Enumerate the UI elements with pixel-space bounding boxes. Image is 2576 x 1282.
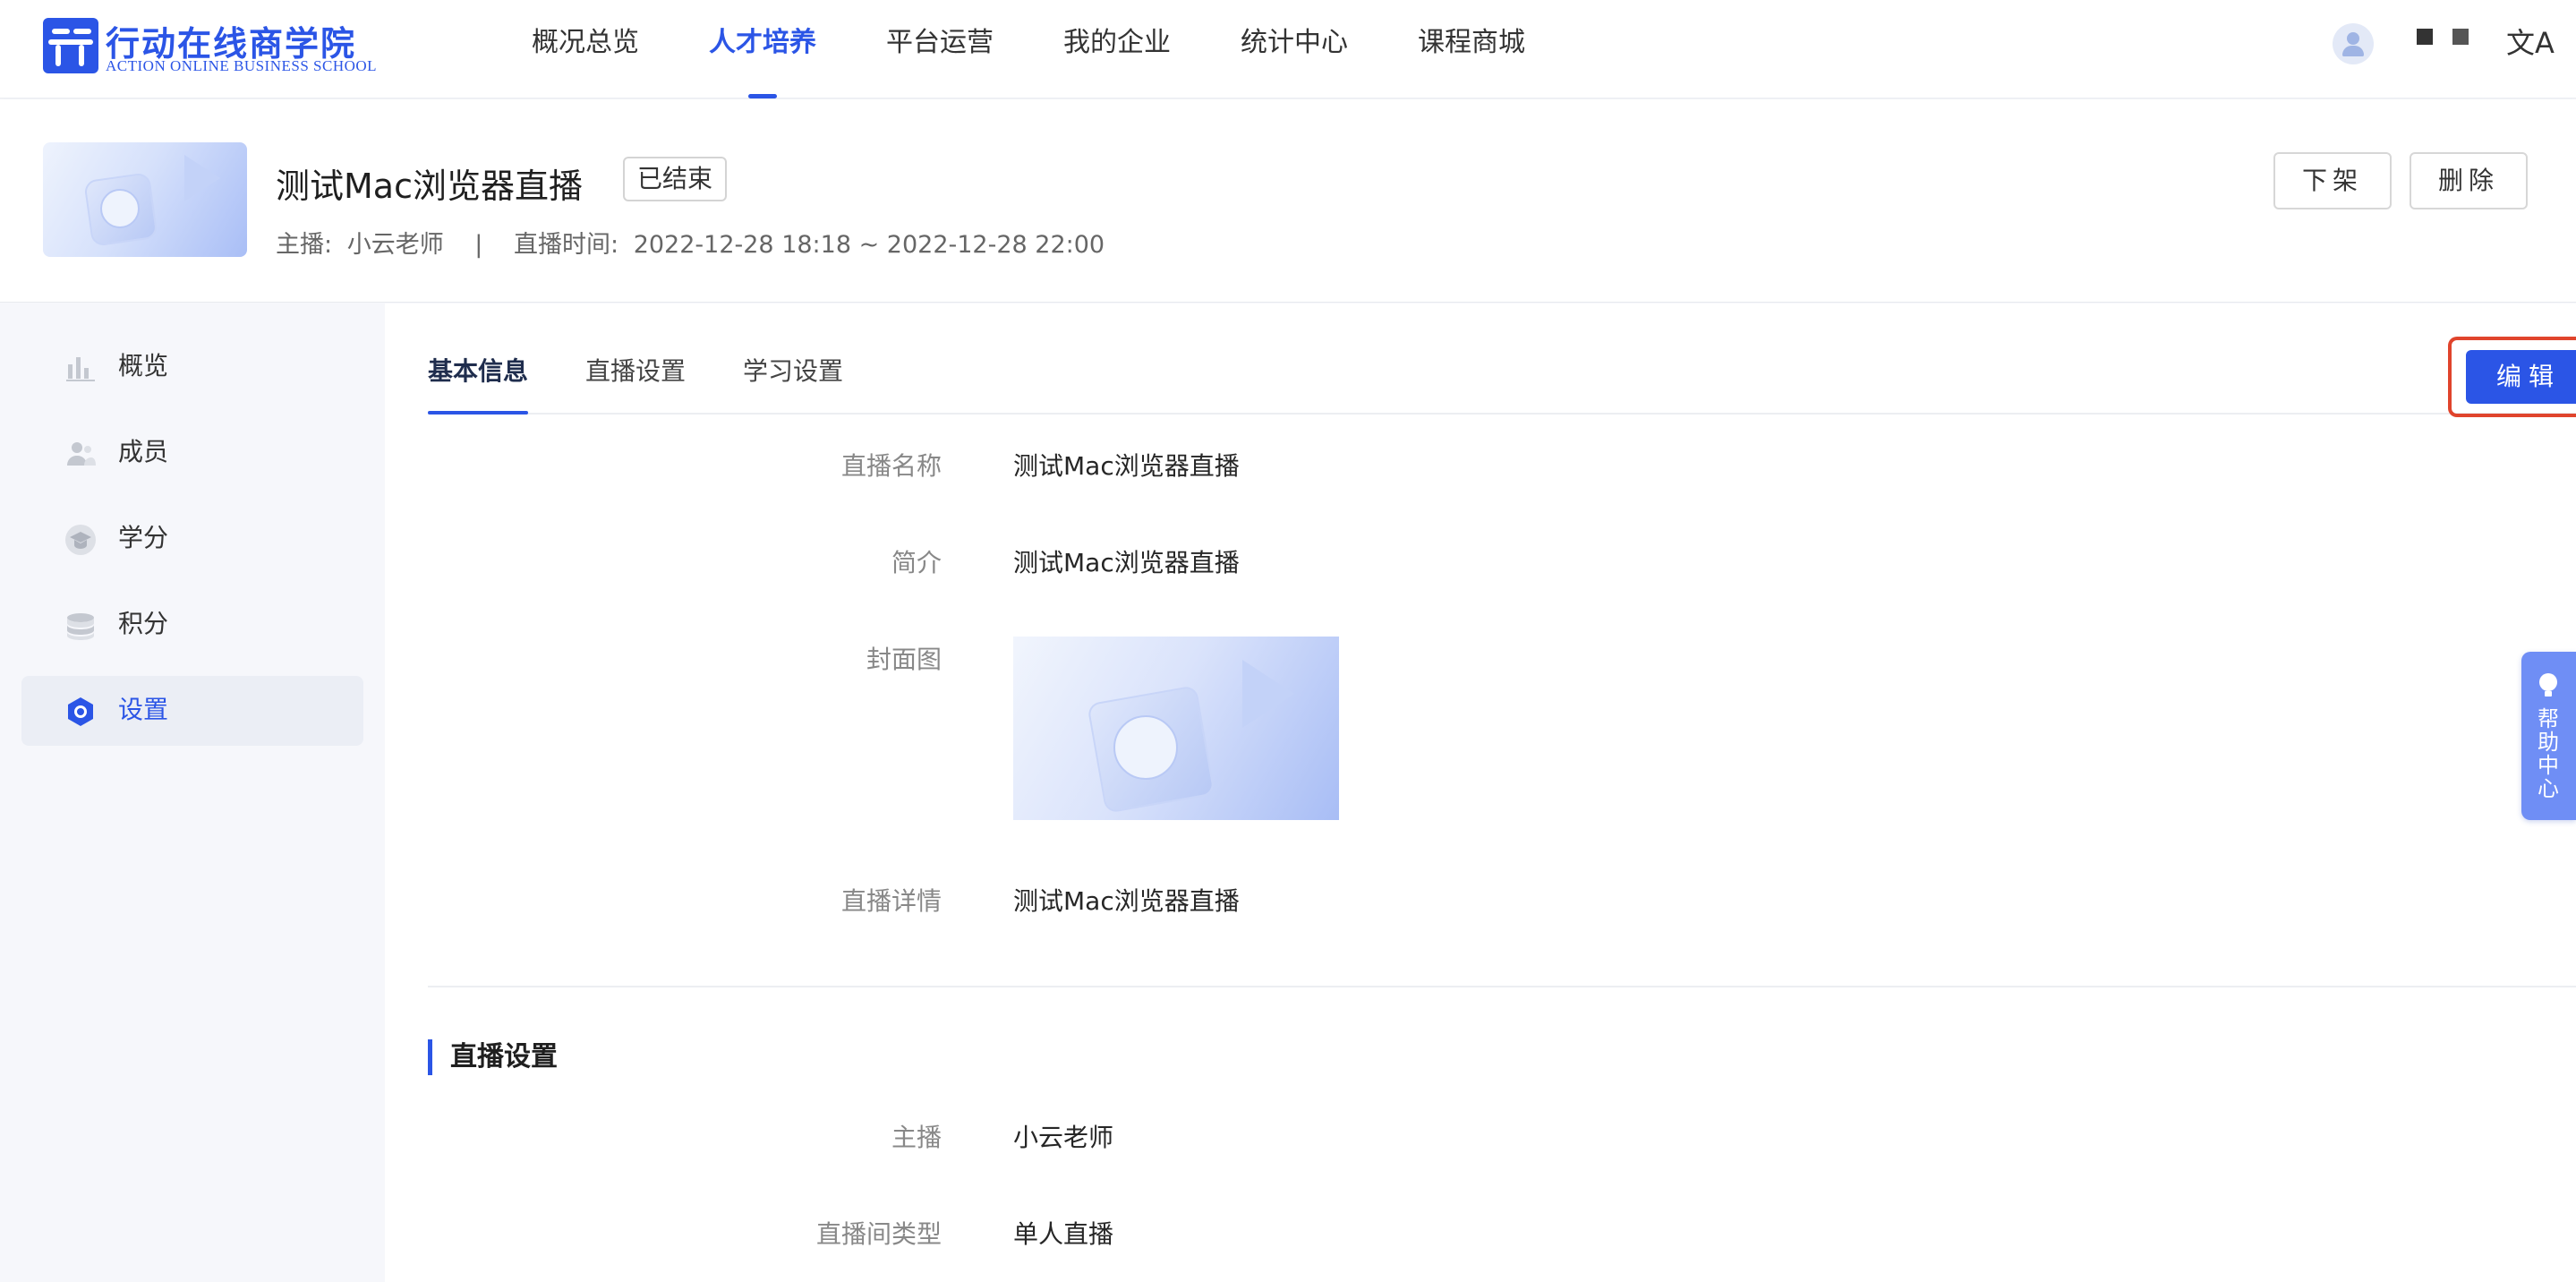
live-name-label: 直播名称 — [840, 451, 942, 481]
gear-icon — [68, 697, 93, 726]
live-detail-label: 直播详情 — [840, 886, 942, 916]
help-center-button[interactable]: 帮助中心 — [2521, 652, 2576, 820]
host-field-value: 小云老师 — [1013, 1123, 1114, 1152]
nav-item-talent-training[interactable]: 人才培养 — [674, 0, 851, 98]
sidebar-item-label: 成员 — [118, 437, 169, 466]
nav-item-course-mall[interactable]: 课程商城 — [1383, 0, 1560, 98]
sidebar: 概览 成员 学分 积分 设置 — [0, 303, 385, 1282]
meta-separator: | — [474, 231, 483, 259]
sidebar-item-points[interactable]: 积分 — [21, 590, 363, 660]
logo-mark-icon — [43, 18, 98, 73]
edit-button[interactable]: 编辑 — [2466, 350, 2576, 404]
live-name-value: 测试Mac浏览器直播 — [1013, 451, 1240, 481]
live-time-label: 直播时间: — [514, 231, 619, 259]
help-center-label: 帮助中心 — [2538, 706, 2559, 801]
live-time-range: 2022-12-28 18:18 ~ 2022-12-28 22:00 — [633, 231, 1105, 259]
users-icon — [67, 442, 96, 466]
intro-value: 测试Mac浏览器直播 — [1013, 548, 1240, 577]
live-cover-thumbnail — [43, 142, 247, 257]
cover-image — [1013, 637, 1339, 820]
nav-item-my-enterprise[interactable]: 我的企业 — [1028, 0, 1206, 98]
bar-chart-icon — [66, 357, 95, 381]
nav-item-platform-operation[interactable]: 平台运营 — [851, 0, 1028, 98]
tab-live-settings[interactable]: 直播设置 — [585, 354, 686, 389]
sidebar-item-members[interactable]: 成员 — [21, 418, 363, 488]
section-title-live-settings: 直播设置 — [428, 1039, 558, 1075]
tab-basic-info[interactable]: 基本信息 — [428, 354, 528, 389]
sidebar-item-label: 设置 — [118, 695, 169, 724]
live-detail-value: 测试Mac浏览器直播 — [1013, 886, 1240, 916]
delete-button[interactable]: 删除 — [2410, 152, 2529, 209]
graduation-cap-icon — [65, 525, 96, 555]
coins-icon — [67, 613, 94, 640]
intro-label: 简介 — [891, 548, 942, 577]
user-name-masked-2 — [2452, 29, 2469, 45]
host-name: 小云老师 — [346, 231, 444, 259]
sidebar-item-label: 学分 — [118, 523, 169, 552]
sidebar-item-credits[interactable]: 学分 — [21, 504, 363, 574]
live-meta: 主播: 小云老师 | 直播时间: 2022-12-28 18:18 ~ 2022… — [276, 225, 1105, 260]
sidebar-item-settings[interactable]: 设置 — [21, 676, 363, 746]
host-field-label: 主播 — [891, 1123, 942, 1152]
room-type-value: 单人直播 — [1013, 1219, 1114, 1249]
tab-bar: 基本信息 直播设置 学习设置 — [428, 303, 2576, 415]
user-avatar[interactable] — [2333, 23, 2374, 64]
live-title: 测试Mac浏览器直播 — [276, 167, 583, 206]
section-divider — [428, 986, 2576, 987]
translate-icon[interactable]: 文A — [2506, 25, 2555, 61]
sidebar-item-label: 积分 — [118, 609, 169, 638]
main-nav: 概况总览 人才培养 平台运营 我的企业 统计中心 课程商城 — [497, 0, 1560, 98]
nav-item-statistics-center[interactable]: 统计中心 — [1206, 0, 1383, 98]
brand-name-en: ACTION ONLINE BUSINESS SCHOOL — [106, 57, 378, 74]
host-label: 主播: — [276, 231, 333, 259]
live-header: 测试Mac浏览器直播 已结束 主播: 小云老师 | 直播时间: 2022-12-… — [0, 99, 2576, 303]
sidebar-item-overview[interactable]: 概览 — [21, 332, 363, 402]
status-badge: 已结束 — [623, 157, 728, 201]
main-content: 基本信息 直播设置 学习设置 编辑 直播名称 测试Mac浏览器直播 简介 测试M… — [385, 303, 2576, 1282]
tab-study-settings[interactable]: 学习设置 — [743, 354, 843, 389]
user-name-masked — [2417, 29, 2433, 45]
nav-item-overview[interactable]: 概况总览 — [497, 0, 674, 98]
room-type-label: 直播间类型 — [815, 1219, 942, 1249]
top-navigation-bar: 行动在线商学院 ACTION ONLINE BUSINESS SCHOOL 概况… — [0, 0, 2576, 98]
lightbulb-icon — [2539, 673, 2557, 697]
sidebar-item-label: 概览 — [118, 351, 169, 380]
brand-logo[interactable]: 行动在线商学院 ACTION ONLINE BUSINESS SCHOOL — [43, 18, 383, 75]
unpublish-button[interactable]: 下架 — [2273, 152, 2393, 209]
edit-button-highlight: 编辑 — [2448, 337, 2576, 417]
tab-active-indicator — [428, 411, 528, 415]
cover-label: 封面图 — [866, 645, 942, 674]
